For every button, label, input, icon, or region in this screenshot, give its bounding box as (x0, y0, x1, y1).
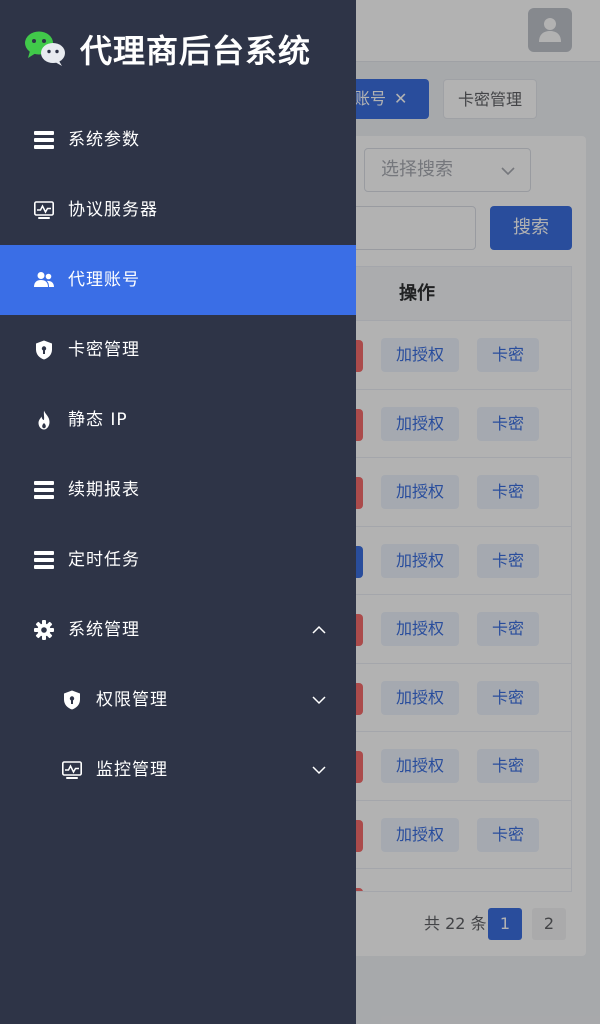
chevron-down-icon (312, 696, 326, 705)
sidebar-item-label: 系统管理 (68, 620, 140, 640)
sidebar-item-label: 监控管理 (96, 760, 168, 780)
shield-icon (36, 340, 52, 360)
sidebar-item-static-ip[interactable]: 静态 IP (0, 385, 356, 455)
sidebar-item-system-management[interactable]: 系统管理 (0, 595, 356, 665)
list-icon (34, 551, 54, 569)
sidebar-item-label: 权限管理 (96, 690, 168, 710)
sidebar-item-label: 系统参数 (68, 130, 140, 150)
sidebar-item-permission-management[interactable]: 权限管理 (0, 665, 356, 735)
users-icon (34, 272, 54, 287)
list-icon (34, 131, 54, 149)
chevron-up-icon (312, 625, 326, 634)
monitor-icon (34, 201, 54, 219)
monitor-icon (62, 761, 82, 779)
sidebar-item-agent-account[interactable]: 代理账号 (0, 245, 356, 315)
sidebar-item-system-params[interactable]: 系统参数 (0, 105, 356, 175)
shield-icon (64, 690, 80, 710)
logo: 代理商后台系统 (0, 0, 356, 100)
sidebar-item-label: 静态 IP (68, 410, 128, 430)
wechat-icon (25, 31, 65, 66)
list-icon (34, 481, 54, 499)
chevron-down-icon (312, 766, 326, 775)
sidebar-item-label: 定时任务 (68, 550, 140, 570)
sidebar-item-monitor-management[interactable]: 监控管理 (0, 735, 356, 805)
sidebar: 代理商后台系统 系统参数 协议服务器 代理账号 卡密管理 静态 IP 续期报表 … (0, 0, 356, 1024)
app-title: 代理商后台系统 (80, 32, 312, 70)
sidebar-item-label: 续期报表 (68, 480, 140, 500)
sidebar-item-renewal-report[interactable]: 续期报表 (0, 455, 356, 525)
sidebar-item-card-management[interactable]: 卡密管理 (0, 315, 356, 385)
fire-icon (38, 410, 50, 430)
sidebar-item-label: 代理账号 (68, 270, 140, 290)
sidebar-item-protocol-server[interactable]: 协议服务器 (0, 175, 356, 245)
sidebar-item-label: 协议服务器 (68, 200, 158, 220)
gear-icon (34, 620, 54, 640)
sidebar-item-label: 卡密管理 (68, 340, 140, 360)
sidebar-item-scheduled-tasks[interactable]: 定时任务 (0, 525, 356, 595)
